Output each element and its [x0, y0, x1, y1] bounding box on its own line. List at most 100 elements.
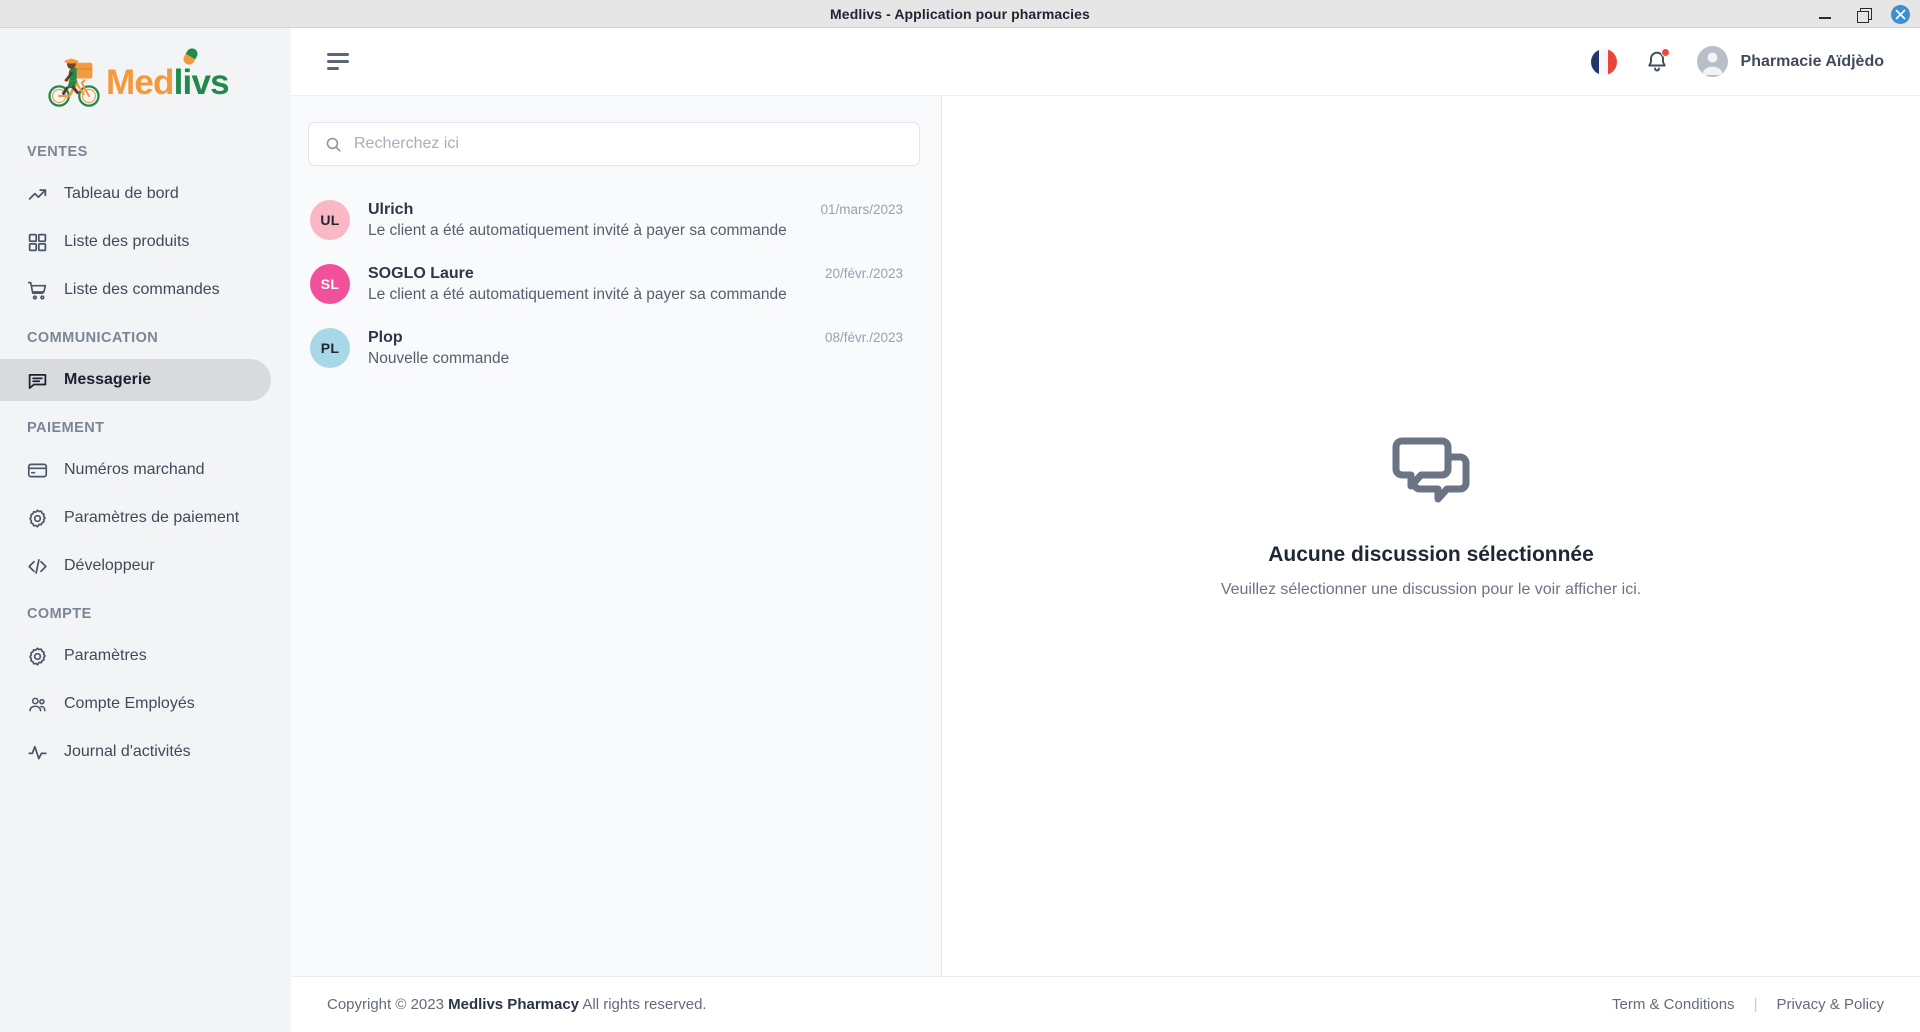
- sidebar-section-paiement: PAIEMENT: [27, 420, 105, 436]
- copyright-brand: Medlivs Pharmacy: [448, 996, 580, 1013]
- sidebar-section-compte: COMPTE: [27, 606, 92, 622]
- minimize-icon: [1819, 16, 1831, 19]
- copyright-suffix: All rights reserved.: [579, 996, 707, 1013]
- logo-livs-label: livs: [173, 62, 230, 102]
- empty-state-icon-wrap: [1221, 437, 1641, 517]
- window-titlebar: Medlivs - Application pour pharmacies: [0, 0, 1920, 28]
- copyright-prefix: Copyright © 2023: [327, 996, 449, 1013]
- flag-stripe-white: [1599, 48, 1608, 75]
- sidebar-item-label: Liste des commandes: [64, 281, 220, 298]
- sidebar-item-parametres[interactable]: Paramètres: [0, 635, 271, 677]
- sidebar-item-label: Paramètres: [64, 647, 147, 664]
- sidebar-item-compte-employes[interactable]: Compte Employés: [0, 683, 271, 725]
- sidebar-item-liste-des-produits[interactable]: Liste des produits: [0, 221, 271, 263]
- maximize-button[interactable]: [1853, 4, 1873, 24]
- privacy-link[interactable]: Privacy & Policy: [1776, 996, 1884, 1013]
- grid-icon: [27, 232, 48, 253]
- conversation-header: Plop 08/févr./2023: [368, 329, 903, 347]
- sidebar-item-label: Tableau de bord: [64, 185, 179, 202]
- chat-icon: [27, 370, 48, 391]
- conversation-preview: Nouvelle commande: [368, 349, 510, 367]
- conversation-header: SOGLO Laure 20/févr./2023: [368, 265, 903, 283]
- sidebar-item-label: Développeur: [64, 557, 155, 574]
- hamburger-icon[interactable]: [325, 47, 351, 76]
- logo-text-med: Med: [106, 62, 174, 102]
- conversation-name: Plop: [368, 328, 403, 346]
- flag-stripe-red: [1607, 48, 1617, 75]
- sidebar-item-label: Numéros marchand: [64, 461, 205, 478]
- sidebar-item-label: Compte Employés: [64, 695, 195, 712]
- conversation-preview: Le client a été automatiquement invité à…: [368, 285, 787, 303]
- flag-stripe-blue: [1590, 48, 1600, 75]
- top-bar: Pharmacie Aïdjèdo: [291, 28, 1920, 96]
- hamburger-line: [327, 67, 339, 70]
- conversation-list[interactable]: UL Ulrich 01/mars/2023 Le client a été a…: [291, 176, 941, 976]
- sidebar-item-label: Liste des produits: [64, 233, 190, 250]
- chat-bubbles-icon: [1392, 437, 1470, 503]
- main-column: Pharmacie Aïdjèdo Recherchez ici UL Ulri…: [291, 28, 1920, 1032]
- avatar-initials: PL: [320, 340, 340, 356]
- user-name-label: Pharmacie Aïdjèdo: [1740, 52, 1884, 70]
- sidebar-item-parametres-de-paiement[interactable]: Paramètres de paiement: [0, 497, 271, 539]
- app-logo[interactable]: Med livs: [0, 42, 291, 128]
- conversation-body: Plop 08/févr./2023 Nouvelle commande: [368, 329, 903, 368]
- hamburger-line: [327, 53, 349, 56]
- users-icon: [27, 694, 48, 715]
- notifications-button[interactable]: [1645, 47, 1670, 75]
- logo-wordmark: Med livs: [106, 45, 230, 102]
- sidebar-item-journal-activites[interactable]: Journal d'activités: [0, 731, 271, 773]
- terms-link[interactable]: Term & Conditions: [1612, 996, 1735, 1013]
- footer-separator: |: [1753, 996, 1758, 1013]
- sidebar: Med livs VENTES Tableau de bord Liste des…: [0, 28, 291, 1032]
- empty-state-subtitle: Veuillez sélectionner une discussion pou…: [1220, 581, 1642, 598]
- sidebar-item-tableau-de-bord[interactable]: Tableau de bord: [0, 173, 271, 215]
- sidebar-item-liste-des-commandes[interactable]: Liste des commandes: [0, 269, 271, 311]
- sidebar-item-developpeur[interactable]: Développeur: [0, 545, 271, 587]
- activity-icon: [27, 742, 48, 763]
- conversation-name: SOGLO Laure: [368, 264, 474, 282]
- search-input[interactable]: [354, 135, 903, 153]
- gear-icon: [27, 646, 48, 667]
- window-controls: [1815, 0, 1910, 28]
- search-zone: [291, 96, 941, 176]
- list-item[interactable]: UL Ulrich 01/mars/2023 Le client a été a…: [291, 188, 941, 252]
- search-box[interactable]: [308, 122, 920, 166]
- user-avatar-icon: [1702, 52, 1723, 75]
- conversation-header: Ulrich 01/mars/2023: [368, 201, 903, 219]
- shopping-cart-icon: [27, 280, 48, 301]
- gear-icon: [27, 508, 48, 529]
- content-area: UL Ulrich 01/mars/2023 Le client a été a…: [291, 96, 1920, 976]
- close-icon: [1895, 9, 1906, 19]
- conversation-detail-panel: Aucune discussion sélectionnée Veuillez …: [942, 96, 1920, 976]
- trending-up-icon: [27, 184, 48, 205]
- sidebar-section-ventes: VENTES: [27, 144, 88, 160]
- list-item[interactable]: SL SOGLO Laure 20/févr./2023 Le client a…: [291, 252, 941, 316]
- app-shell: Med livs VENTES Tableau de bord Liste des…: [0, 28, 1920, 1032]
- user-menu[interactable]: Pharmacie Aïdjèdo: [1696, 46, 1884, 77]
- sidebar-section-communication: COMMUNICATION: [27, 330, 159, 346]
- delivery-cyclist-icon: [48, 58, 100, 107]
- minimize-button[interactable]: [1815, 4, 1835, 24]
- search-icon: [326, 137, 341, 152]
- sidebar-item-messagerie[interactable]: Messagerie: [0, 359, 271, 401]
- footer: Copyright © 2023 Medlivs Pharmacy All ri…: [291, 976, 1920, 1032]
- avatar: [1696, 46, 1728, 77]
- list-item[interactable]: PL Plop 08/févr./2023 Nouvelle commande: [291, 316, 941, 380]
- conversation-name: Ulrich: [368, 200, 414, 218]
- sidebar-item-label: Messagerie: [64, 371, 152, 388]
- conversation-list-panel: UL Ulrich 01/mars/2023 Le client a été a…: [291, 96, 942, 976]
- window-title: Medlivs - Application pour pharmacies: [830, 5, 1090, 22]
- conversation-body: SOGLO Laure 20/févr./2023 Le client a ét…: [368, 265, 903, 304]
- conversation-date: 08/févr./2023: [824, 329, 903, 345]
- avatar: PL: [310, 328, 350, 368]
- language-flag-icon[interactable]: [1590, 48, 1617, 75]
- avatar-initials: UL: [320, 212, 340, 228]
- avatar: SL: [310, 264, 350, 304]
- close-button[interactable]: [1891, 4, 1910, 24]
- sidebar-item-numeros-marchand[interactable]: Numéros marchand: [0, 449, 271, 491]
- avatar: UL: [310, 200, 350, 240]
- conversation-date: 01/mars/2023: [820, 201, 903, 217]
- code-icon: [27, 556, 48, 577]
- hamburger-line: [327, 60, 349, 63]
- empty-state: Aucune discussion sélectionnée Veuillez …: [1221, 437, 1641, 599]
